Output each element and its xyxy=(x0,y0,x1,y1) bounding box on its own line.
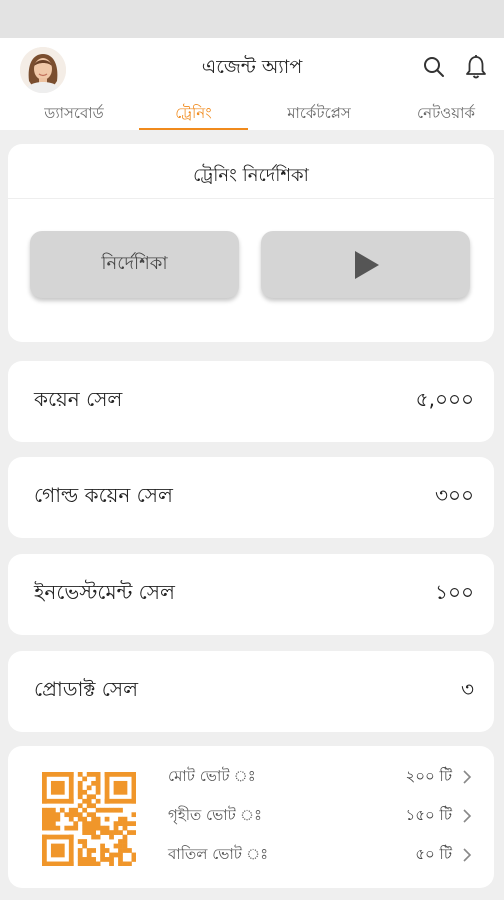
play-video-button[interactable] xyxy=(261,231,470,298)
vote-value: ১৫০ টি xyxy=(405,805,452,824)
qr-code-icon[interactable] xyxy=(42,772,137,867)
stat-card-product-sale[interactable]: প্রোডাক্ট সেল ৩ xyxy=(8,651,494,732)
stat-card-gold-coin-sale[interactable]: গোল্ড কয়েন সেল ৩০০ xyxy=(8,457,494,538)
vote-row-accepted[interactable]: গৃহীত ভোট ঃ ১৫০ টি xyxy=(168,801,474,831)
tab-dashboard[interactable]: ড্যাসবোর্ড xyxy=(8,98,140,130)
chevron-right-icon xyxy=(462,809,474,823)
notifications-button[interactable] xyxy=(461,52,491,82)
tab-marketplace[interactable]: মার্কেটপ্লেস xyxy=(256,98,382,130)
vote-label: মোট ভোট ঃ xyxy=(168,766,256,785)
training-guide-title: ট্রেনিং নির্দেশিকা xyxy=(8,144,494,199)
stat-card-investment-sale[interactable]: ইনভেস্টমেন্ট সেল ১০০ xyxy=(8,554,494,635)
chevron-right-icon xyxy=(462,848,474,862)
search-button[interactable] xyxy=(419,52,449,82)
vote-row-rejected[interactable]: বাতিল ভোট ঃ ৫০ টি xyxy=(168,840,474,870)
bell-icon xyxy=(466,55,486,79)
stat-label: গোল্ড কয়েন সেল xyxy=(34,483,173,507)
votes-card: মোট ভোট ঃ ২০০ টি গৃহীত ভোট ঃ ১৫০ টি বাতি… xyxy=(8,746,494,888)
app-header: এজেন্ট অ্যাপ ড্যাসবোর্ড ট্রেনিং মার্কেটপ… xyxy=(0,38,504,130)
stat-value: ৫,০০০ xyxy=(415,387,474,411)
guide-button[interactable]: নির্দেশিকা xyxy=(30,231,239,298)
stat-label: প্রোডাক্ট সেল xyxy=(34,677,139,701)
tab-network[interactable]: নেটওয়ার্ক xyxy=(388,98,504,130)
vote-row-total[interactable]: মোট ভোট ঃ ২০০ টি xyxy=(168,762,474,792)
stat-value: ১০০ xyxy=(435,580,474,604)
stat-label: কয়েন সেল xyxy=(34,387,123,411)
stat-card-coin-sale[interactable]: কয়েন সেল ৫,০০০ xyxy=(8,361,494,442)
vote-value: ৫০ টি xyxy=(415,844,452,863)
play-icon xyxy=(354,250,379,279)
tab-training[interactable]: ট্রেনিং xyxy=(139,98,248,130)
stat-value: ৩ xyxy=(460,677,474,701)
stat-label: ইনভেস্টমেন্ট সেল xyxy=(34,580,175,604)
stat-value: ৩০০ xyxy=(434,483,474,507)
search-icon xyxy=(424,57,444,77)
tab-bar: ড্যাসবোর্ড ট্রেনিং মার্কেটপ্লেস নেটওয়ার… xyxy=(0,98,504,130)
status-bar xyxy=(0,0,504,38)
chevron-right-icon xyxy=(462,770,474,784)
vote-value: ২০০ টি xyxy=(405,766,453,785)
vote-label: গৃহীত ভোট ঃ xyxy=(168,805,263,824)
training-guide-card: ট্রেনিং নির্দেশিকা নির্দেশিকা xyxy=(8,144,494,342)
vote-label: বাতিল ভোট ঃ xyxy=(168,844,269,863)
